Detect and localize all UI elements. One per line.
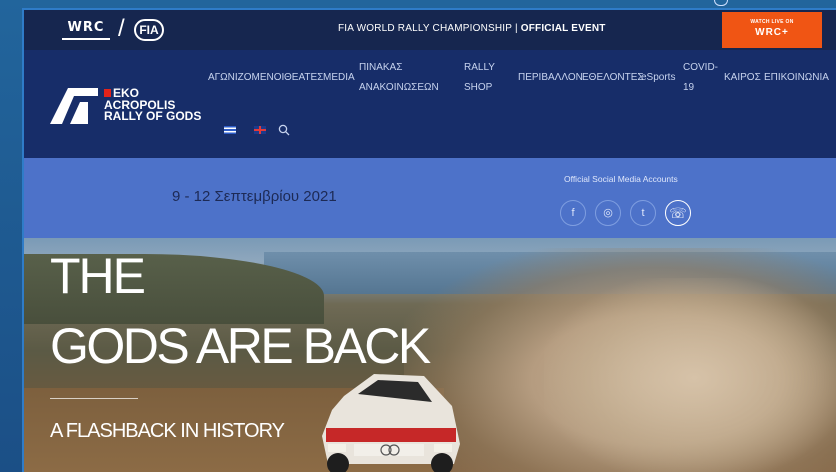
nav-item-environment[interactable]: ΠΕΡΙΒΑΛΛΟΝ <box>518 68 583 87</box>
fia-logo[interactable]: FIA <box>134 19 164 41</box>
hero-banner: THE GODS ARE BACK A FLASHBACK IN HISTORY <box>24 238 836 472</box>
nav-item-notice-board-line2[interactable]: ΑΝΑΚΟΙΝΩΣΕΩΝ <box>359 78 439 97</box>
logo-divider: / <box>118 15 125 42</box>
nav-item-covid-line1[interactable]: COVID- <box>683 58 718 77</box>
brand-text: EKO ACROPOLIS RALLY OF GODS <box>104 87 202 123</box>
championship-title: FIA WORLD RALLY CHAMPIONSHIP | OFFICIAL … <box>338 23 606 34</box>
uk-flag-icon[interactable] <box>254 126 266 134</box>
frame-marker <box>714 0 728 6</box>
twitter-icon[interactable]: t <box>630 200 656 226</box>
championship-title-text: FIA WORLD RALLY CHAMPIONSHIP | <box>338 23 521 34</box>
watch-live-button[interactable]: WATCH LIVE ON WRC+ <box>722 12 822 48</box>
event-dates: 9 - 12 Σεπτεμβρίου 2021 <box>172 188 337 205</box>
brand-line-rally: RALLY OF GODS <box>104 109 202 123</box>
nav-item-esports[interactable]: eSports <box>641 68 675 87</box>
hero-title-line2: GODS ARE BACK <box>50 318 431 374</box>
acropolis-rally-logo[interactable]: EKO ACROPOLIS RALLY OF GODS <box>50 87 210 128</box>
greek-flag-icon[interactable] <box>224 126 236 134</box>
acropolis-a-mark-icon <box>50 88 98 124</box>
main-navigation: EKO ACROPOLIS RALLY OF GODS ΑΓΩΝΙΖΟΜΕΝΟΙ… <box>24 50 836 158</box>
hero-divider <box>50 398 138 399</box>
rally-car-image <box>322 374 460 472</box>
nav-item-notice-board-line1[interactable]: ΠΙΝΑΚΑΣ <box>359 58 402 77</box>
official-event-text: OFFICIAL EVENT <box>520 23 606 34</box>
viber-icon[interactable]: ☏ <box>665 200 691 226</box>
hero-dust-cloud-light <box>544 278 836 472</box>
social-media-title: Official Social Media Accounts <box>564 174 678 184</box>
instagram-icon[interactable]: ◎ <box>595 200 621 226</box>
nav-item-contact[interactable]: ΕΠΙΚΟΙΝΩΝΙΑ <box>764 68 829 87</box>
watch-live-label: WATCH LIVE ON <box>750 19 794 25</box>
facebook-icon[interactable]: f <box>560 200 586 226</box>
nav-item-spectators[interactable]: ΘΕΑΤΕΣ <box>284 68 323 87</box>
wrc-plus-logo: WRC+ <box>755 27 789 38</box>
slide-frame: WRC / FIA FIA WORLD RALLY CHAMPIONSHIP |… <box>0 0 836 472</box>
nav-item-volunteers[interactable]: ΕΘΕΛΟΝΤΕΣ <box>582 68 644 87</box>
nav-item-media[interactable]: MEDIA <box>323 68 355 87</box>
nav-item-competitors[interactable]: ΑΓΩΝΙΖΟΜΕΝΟΙ <box>208 68 284 87</box>
hero-title-line1: THE <box>50 248 146 304</box>
top-bar: WRC / FIA FIA WORLD RALLY CHAMPIONSHIP |… <box>24 10 836 50</box>
nav-item-weather[interactable]: ΚΑΙΡΟΣ <box>724 68 761 87</box>
website-screenshot: WRC / FIA FIA WORLD RALLY CHAMPIONSHIP |… <box>22 8 836 472</box>
hero-subtitle[interactable]: A FLASHBACK IN HISTORY <box>50 420 285 443</box>
wrc-logo[interactable]: WRC <box>62 20 110 40</box>
search-icon[interactable] <box>278 124 290 136</box>
nav-item-covid-line2[interactable]: 19 <box>683 78 694 97</box>
event-info-strip: 9 - 12 Σεπτεμβρίου 2021 Official Social … <box>24 158 836 238</box>
nav-item-rally-shop-line2[interactable]: SHOP <box>464 78 492 97</box>
nav-item-rally-shop-line1[interactable]: RALLY <box>464 58 495 77</box>
